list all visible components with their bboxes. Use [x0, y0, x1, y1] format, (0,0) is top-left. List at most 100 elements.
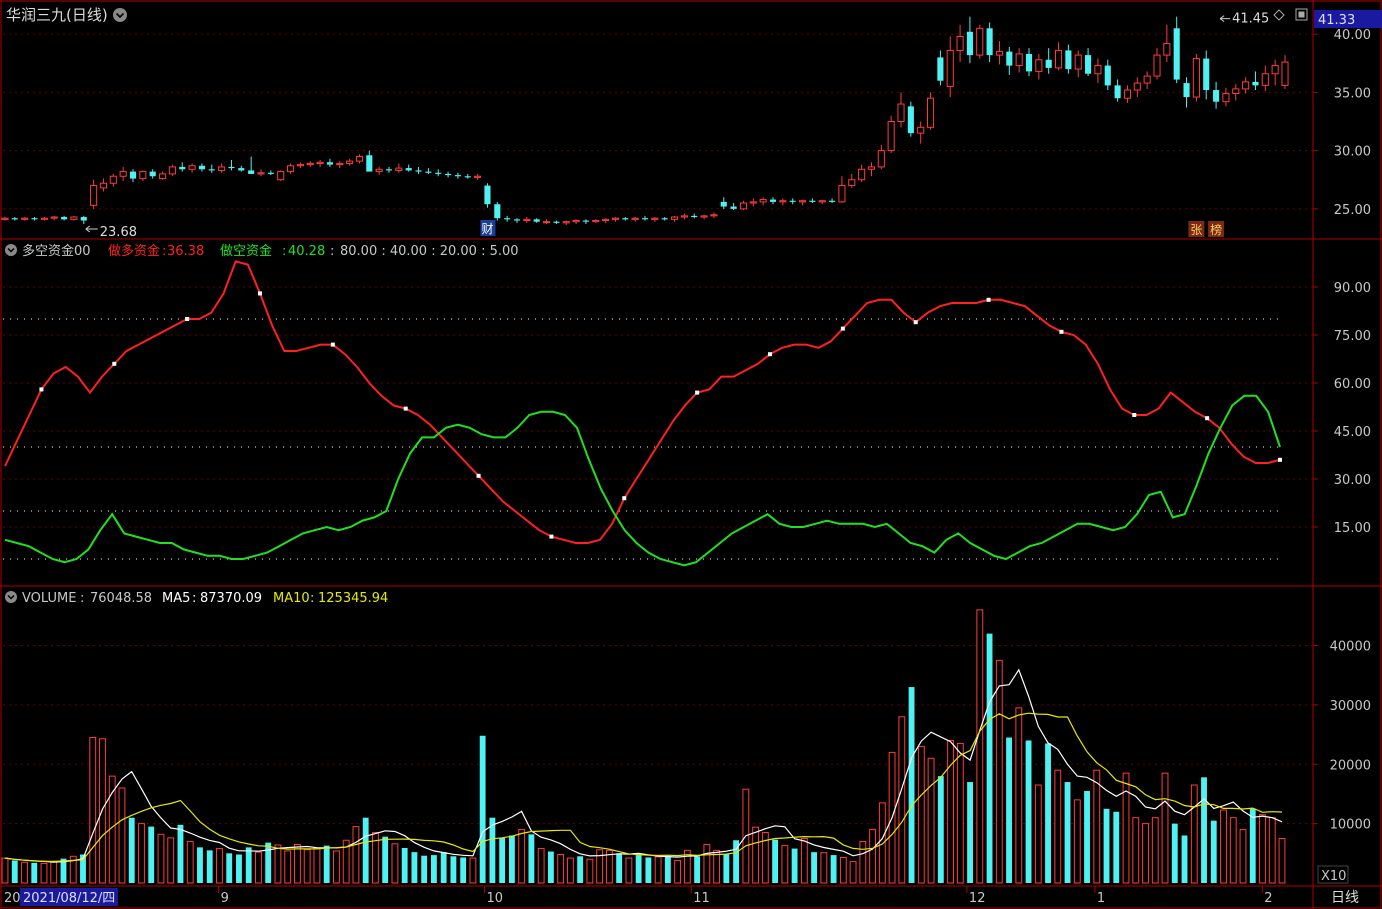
candle-body — [838, 185, 846, 203]
volume-bar — [967, 782, 973, 883]
date-cursor-label: 2021/08/12/四 — [23, 891, 115, 906]
candle-body — [937, 57, 944, 81]
volume-bar — [1239, 829, 1247, 884]
limit-up-marker-label: 张 — [1190, 223, 1202, 237]
long-funds-value: 36.38 — [167, 244, 204, 259]
volume-bar — [50, 861, 58, 884]
volume-bar — [1171, 823, 1178, 883]
candle-body — [99, 182, 108, 189]
candle-body — [1271, 65, 1279, 75]
volume-bar — [947, 740, 954, 884]
volume-bar — [167, 837, 175, 884]
price-ytick-label: 40.00 — [1334, 28, 1371, 43]
volume-bar — [236, 854, 242, 883]
short-funds-line — [4, 394, 1281, 567]
volume-bar — [849, 861, 857, 884]
volume-bar — [411, 852, 418, 883]
candle-body — [168, 166, 176, 175]
volume-bar — [450, 856, 457, 883]
candle-body — [70, 216, 78, 220]
volume-bar — [1142, 823, 1149, 884]
indicator-settings-icon[interactable] — [5, 244, 17, 256]
volume-value: 76048.58 — [90, 591, 152, 606]
volume-bar — [869, 829, 877, 884]
volume-bar — [1073, 799, 1081, 884]
volume-bar — [489, 817, 496, 883]
candle-body — [109, 175, 117, 184]
volume-bar — [937, 776, 944, 883]
chart-canvas: 40.0035.0030.0025.0041.33华润三九(日线) 41.4523… — [0, 0, 1382, 909]
short-funds-legend: 做空资金 — [220, 243, 272, 259]
volume-bar — [1054, 769, 1062, 884]
candle-body — [1054, 49, 1063, 69]
volume-bar — [401, 847, 408, 883]
volume-bar — [1, 857, 9, 884]
indicator-ytick-label: 15.00 — [1334, 521, 1371, 536]
month-label: 11 — [693, 891, 710, 906]
volume-bar — [811, 852, 818, 883]
candle-body — [1261, 73, 1269, 86]
volume-bar — [839, 856, 847, 884]
square-icon-inner — [1298, 11, 1305, 18]
volume-bar — [664, 855, 671, 883]
candle-body — [700, 215, 708, 218]
candle-body — [267, 172, 274, 174]
candle-body — [710, 214, 718, 217]
candle-body — [1065, 50, 1072, 70]
candle-body — [286, 165, 295, 173]
candle-body — [306, 162, 314, 166]
candle-body — [435, 172, 442, 174]
candle-body — [887, 121, 895, 152]
chart-title: 华润三九(日线) — [6, 6, 108, 24]
legend-separator: : — [282, 244, 286, 259]
volume-bar — [479, 735, 486, 883]
settings-icon[interactable] — [113, 8, 127, 22]
indicator-ytick-label: 75.00 — [1334, 329, 1371, 344]
volume-bar — [956, 742, 964, 884]
candle-body — [759, 199, 767, 203]
candle-body — [277, 171, 285, 181]
indicator-ytick-label: 90.00 — [1334, 281, 1371, 296]
candle-body — [1213, 90, 1220, 102]
diamond-icon[interactable] — [1273, 9, 1285, 21]
indicator-name: 多空资金00 — [22, 243, 91, 259]
long-funds-marker — [1132, 413, 1137, 417]
low-marker-arrow — [85, 225, 98, 233]
month-label: 1 — [1097, 891, 1105, 906]
candle-body — [926, 97, 935, 128]
volume-bar — [791, 848, 798, 883]
volume-bar — [1190, 784, 1198, 884]
volume-bar — [216, 848, 223, 884]
volume-bar — [800, 837, 808, 884]
volume-bar — [703, 843, 711, 884]
volume-bar — [908, 687, 915, 883]
volume-bar — [1045, 743, 1051, 883]
long-funds-marker — [622, 496, 627, 501]
financial-report-marker-label: 财 — [481, 222, 493, 236]
price-ytick-label: 30.00 — [1334, 145, 1371, 160]
volume-legend-name: VOLUME — [22, 591, 76, 606]
long-funds-legend: 做多资金 — [108, 243, 160, 259]
candle-body — [680, 215, 688, 218]
indicator-ytick-label: 30.00 — [1334, 473, 1371, 488]
period-button[interactable]: 日线 — [1331, 890, 1359, 906]
candle-body — [188, 165, 196, 170]
candle-body — [346, 160, 354, 164]
candle-body — [385, 169, 393, 171]
candle-body — [1025, 53, 1033, 72]
volume-bar — [89, 737, 97, 884]
long-funds-marker — [986, 297, 991, 302]
long-funds-marker — [258, 291, 262, 296]
candle-body — [296, 164, 304, 167]
candle-body — [61, 217, 68, 220]
ma10-legend: MA10 — [273, 591, 310, 606]
candle-body — [848, 179, 856, 187]
volume-bar — [674, 859, 682, 884]
volume-bar — [21, 861, 28, 884]
volume-bar — [138, 823, 145, 884]
candle-body — [1173, 28, 1180, 80]
volume-bar — [245, 847, 252, 883]
candle-body — [829, 200, 836, 202]
candle-body — [129, 171, 137, 179]
volume-settings-icon[interactable] — [5, 591, 17, 603]
